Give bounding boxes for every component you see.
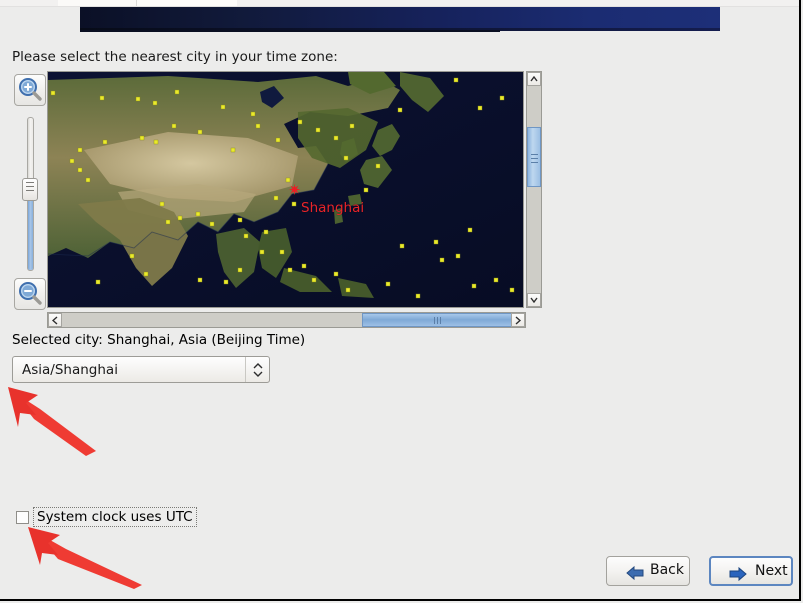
scroll-up-button[interactable]	[527, 72, 541, 86]
installer-banner-shadow-2	[80, 30, 500, 32]
utc-checkbox-label[interactable]: System clock uses UTC	[33, 507, 197, 527]
map-horizontal-scroll-thumb[interactable]	[362, 313, 512, 327]
timezone-map[interactable]: ✷ Shanghai	[47, 71, 524, 308]
next-button-label: Next	[755, 563, 788, 579]
scroll-thumb-grip	[528, 128, 540, 163]
back-button[interactable]: Back	[606, 556, 690, 586]
timezone-dropdown[interactable]: Asia/Shanghai	[12, 356, 270, 383]
scroll-left-button[interactable]	[48, 313, 62, 327]
map-vertical-scroll-thumb[interactable]	[527, 127, 541, 187]
installer-banner	[80, 7, 720, 30]
next-button[interactable]: Next	[709, 556, 793, 586]
map-canvas[interactable]	[48, 72, 523, 307]
scroll-down-button[interactable]	[527, 293, 541, 307]
arrow-right-icon	[728, 566, 748, 586]
arrow-left-icon	[625, 565, 645, 585]
selected-city-marker-icon: ✷	[288, 181, 301, 199]
annotation-arrow-timezone	[0, 383, 100, 462]
timezone-dropdown-value: Asia/Shanghai	[22, 362, 118, 378]
map-zoom-out-button[interactable]	[14, 278, 46, 310]
updown-chevron-icon[interactable]	[245, 357, 269, 382]
installer-window: Please select the nearest city in your t…	[0, 0, 801, 601]
window-tab-left	[58, 0, 137, 6]
zoom-out-magnifier-icon	[15, 282, 45, 313]
zoom-in-magnifier-icon	[15, 78, 45, 109]
page-title: Please select the nearest city in your t…	[12, 49, 338, 65]
map-zoom-slider-thumb[interactable]	[22, 178, 38, 201]
scroll-right-button[interactable]	[511, 313, 525, 327]
map-zoom-in-button[interactable]	[14, 74, 46, 106]
map-vertical-scrollbar[interactable]	[526, 71, 542, 308]
annotation-arrow-utc-checkbox	[18, 521, 146, 593]
back-button-label: Back	[650, 562, 684, 578]
map-horizontal-scrollbar[interactable]	[47, 312, 526, 328]
utc-checkbox[interactable]	[16, 511, 29, 524]
map-zoom-slider-fill	[28, 196, 33, 270]
window-tab-right	[137, 0, 237, 6]
selected-city-text: Selected city: Shanghai, Asia (Beijing T…	[12, 332, 306, 348]
